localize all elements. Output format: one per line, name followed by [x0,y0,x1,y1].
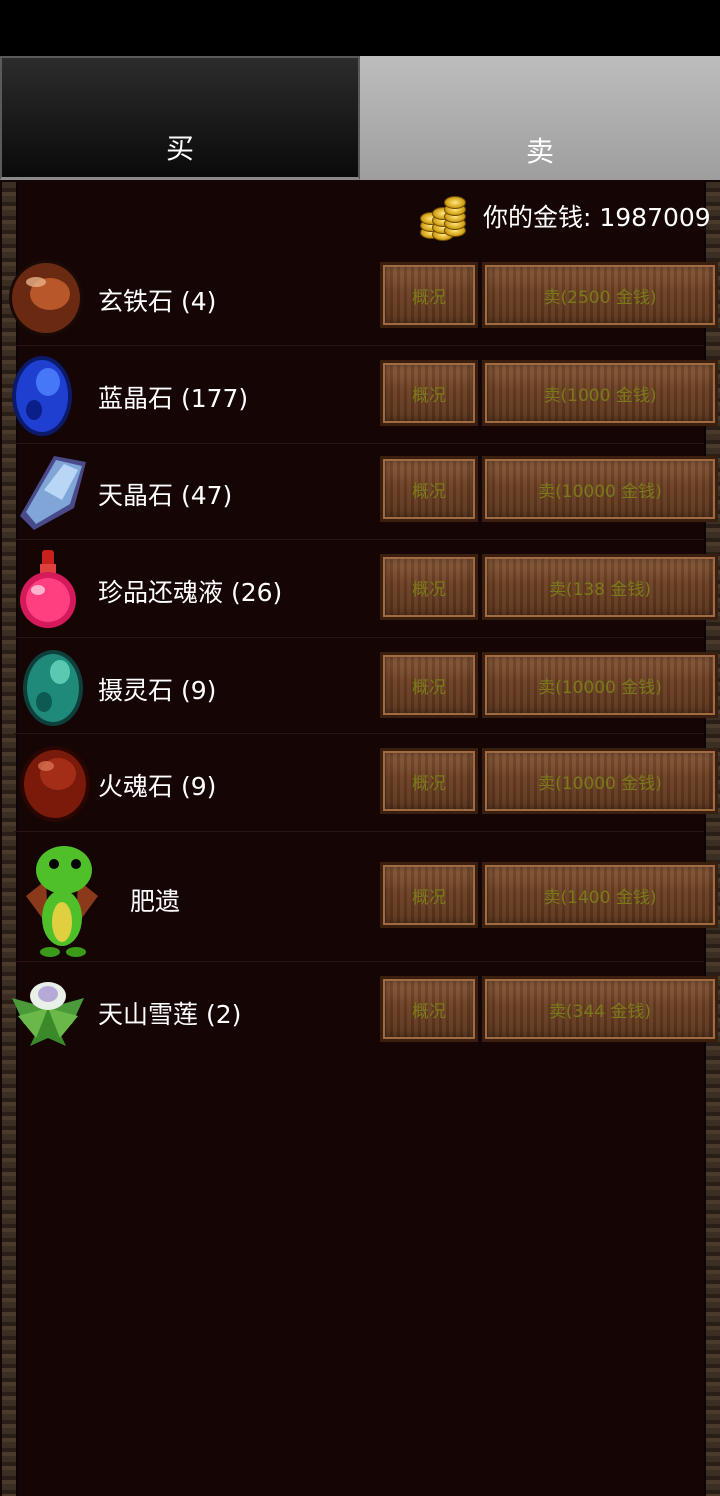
status-bar [0,0,720,56]
sell-button-label: 卖(1400 金钱) [543,887,657,908]
sell-button[interactable]: 卖(10000 金钱) [482,652,718,718]
item-row: 肥遗 概况 卖(1400 金钱) [14,832,718,962]
item-row: 天晶石 (47) 概况 卖(10000 金钱) [14,444,718,540]
item-name: 肥遗 [130,887,181,916]
sell-button[interactable]: 卖(1000 金钱) [482,360,718,426]
item-row: 珍品还魂液 (26) 概况 卖(138 金钱) [14,540,718,638]
blue-crystal-icon [12,356,72,436]
sell-button-label: 卖(1000 金钱) [543,385,657,406]
tab-buy-label: 买 [165,132,194,165]
item-name: 火魂石 (9) [98,772,217,801]
tab-sell-label: 卖 [525,135,554,168]
sell-button[interactable]: 卖(344 金钱) [482,976,718,1042]
detail-button-label: 概况 [412,887,446,908]
green-gem-icon [23,650,83,726]
gold-coins-icon [418,190,466,242]
snow-lotus-icon [12,982,84,1046]
fire-gem-icon [20,746,90,822]
detail-button-label: 概况 [412,385,446,406]
sell-button-label: 卖(10000 金钱) [538,481,662,502]
item-row: 玄铁石 (4) 概况 卖(2500 金钱) [9,250,718,346]
item-name: 天山雪莲 (2) [98,1000,242,1029]
sell-button[interactable]: 卖(2500 金钱) [482,262,718,328]
money-display: 你的金钱: 1987009 [418,188,720,244]
detail-button[interactable]: 概况 [380,748,478,814]
tab-sell[interactable]: 卖 [360,56,720,180]
detail-button-label: 概况 [412,1001,446,1022]
sell-button-label: 卖(10000 金钱) [538,773,662,794]
item-name: 摄灵石 (9) [98,676,217,705]
item-name: 玄铁石 (4) [98,287,217,316]
detail-button-label: 概况 [412,677,446,698]
item-name: 珍品还魂液 (26) [98,578,283,607]
detail-button[interactable]: 概况 [380,862,478,928]
money-label: 你的金钱: 1987009 [483,203,711,232]
detail-button[interactable]: 概况 [380,262,478,328]
item-name: 蓝晶石 (177) [98,384,249,413]
detail-button-label: 概况 [412,287,446,308]
detail-button[interactable]: 概况 [380,456,478,522]
item-row: 火魂石 (9) 概况 卖(10000 金钱) [14,734,718,832]
item-row: 天山雪莲 (2) 概况 卖(344 金钱) [12,962,718,1060]
tab-buy[interactable]: 买 [0,56,360,180]
trade-tabs: 买 卖 [0,56,720,182]
sell-button[interactable]: 卖(1400 金钱) [482,862,718,928]
sell-button[interactable]: 卖(10000 金钱) [482,456,718,522]
detail-button[interactable]: 概况 [380,976,478,1042]
dark-stone-icon [9,260,83,336]
sell-button[interactable]: 卖(10000 金钱) [482,748,718,814]
item-row: 摄灵石 (9) 概况 卖(10000 金钱) [14,638,718,734]
item-name: 天晶石 (47) [98,481,233,510]
detail-button[interactable]: 概况 [380,360,478,426]
sky-crystal-icon [20,456,86,530]
sell-button-label: 卖(2500 金钱) [543,287,657,308]
sell-button-label: 卖(10000 金钱) [538,677,662,698]
sell-button[interactable]: 卖(138 金钱) [482,554,718,620]
item-row: 蓝晶石 (177) 概况 卖(1000 金钱) [12,346,718,444]
sell-button-label: 卖(138 金钱) [548,579,652,600]
sell-button-label: 卖(344 金钱) [548,1001,652,1022]
detail-button[interactable]: 概况 [380,554,478,620]
detail-button-label: 概况 [412,579,446,600]
detail-button[interactable]: 概况 [380,652,478,718]
detail-button-label: 概况 [412,773,446,794]
green-dragon-pet-icon [26,846,98,957]
detail-button-label: 概况 [412,481,446,502]
red-potion-icon [20,550,76,628]
